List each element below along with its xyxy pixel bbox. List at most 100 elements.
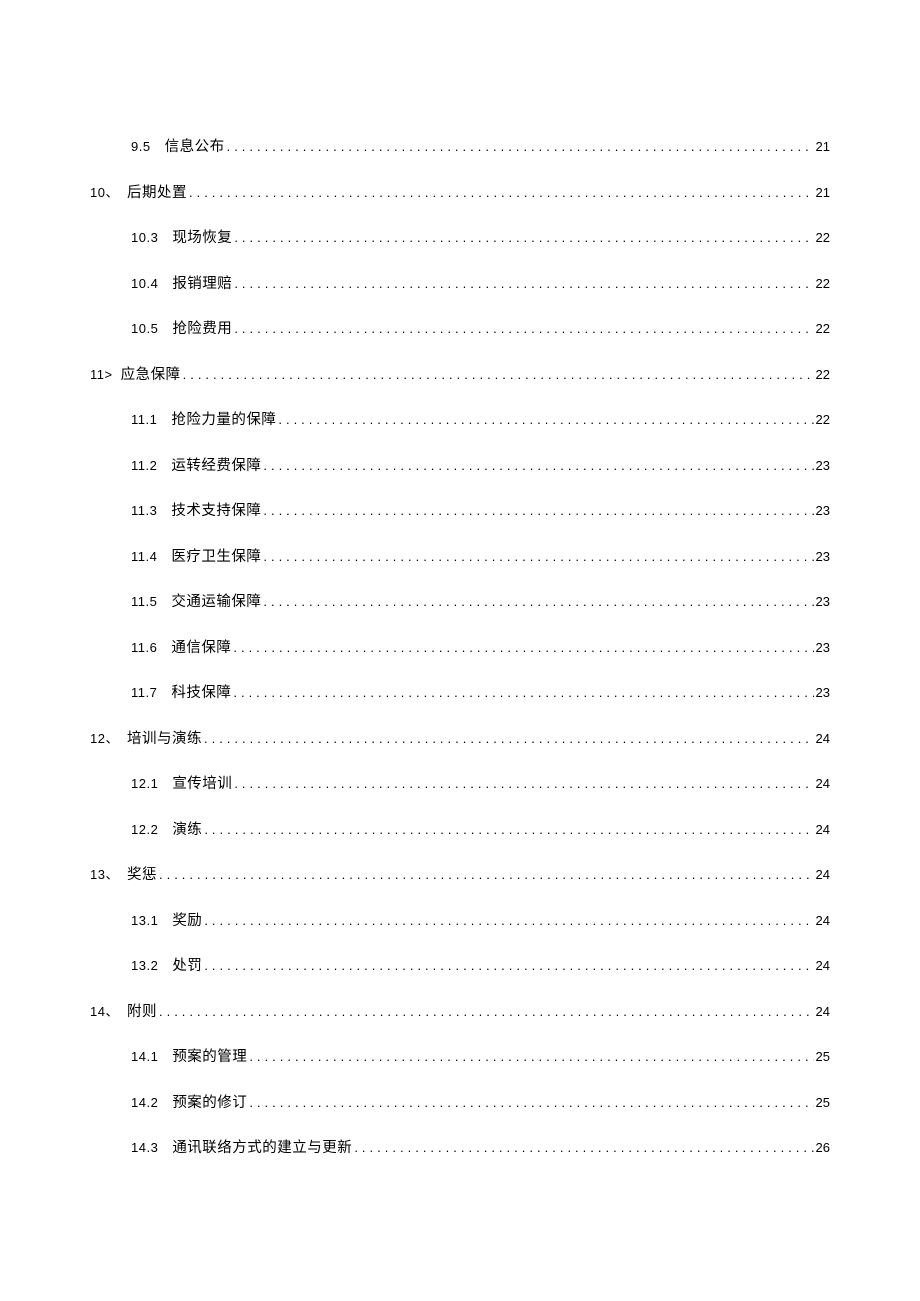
toc-entry-page: 23 xyxy=(814,504,830,517)
toc-entry-number: 11.6 xyxy=(131,641,171,654)
toc-entry-number: 14.3 xyxy=(131,1141,172,1154)
toc-entry-title: 演练 xyxy=(172,823,202,838)
toc-entry-number: 12、 xyxy=(90,732,127,745)
toc-entry: 9.5信息公布 21 xyxy=(90,140,830,155)
toc-leader-dots xyxy=(232,777,813,790)
toc-entry: 13.2处罚24 xyxy=(90,959,830,974)
toc-entry-title: 科技保障 xyxy=(171,686,231,701)
toc-entry-title: 技术支持保障 xyxy=(171,504,261,519)
toc-entry-title: 通讯联络方式的建立与更新 xyxy=(172,1141,352,1156)
toc-entry: 12、培训与演练 24 xyxy=(90,732,830,747)
toc-leader-dots xyxy=(261,459,813,472)
toc-entry-number: 12.1 xyxy=(131,777,172,790)
toc-entry-page: 21 xyxy=(814,140,830,153)
toc-leader-dots xyxy=(261,504,813,517)
toc-entry-number: 11.5 xyxy=(131,595,171,608)
toc-entry-title: 信息公布 xyxy=(165,140,225,155)
toc-leader-dots xyxy=(202,823,813,836)
toc-entry-number: 11.4 xyxy=(131,550,171,563)
toc-entry-title: 应急保障 xyxy=(121,368,181,383)
toc-leader-dots xyxy=(232,231,813,244)
toc-entry: 12.2演练 24 xyxy=(90,823,830,838)
toc-entry-page: 21 xyxy=(814,186,830,199)
toc-leader-dots xyxy=(231,686,813,699)
toc-entry-number: 14、 xyxy=(90,1005,127,1018)
toc-entry: 13.1奖励 24 xyxy=(90,914,830,929)
toc-entry-number: 10.5 xyxy=(131,322,172,335)
toc-entry-number: 12.2 xyxy=(131,823,172,836)
toc-entry: 12.1宣传培训24 xyxy=(90,777,830,792)
toc-entry-number: 11.7 xyxy=(131,686,171,699)
toc-entry-page: 23 xyxy=(814,595,830,608)
toc-entry-page: 24 xyxy=(814,914,830,927)
toc-entry-title: 后期处置 xyxy=(127,186,187,201)
toc-leader-dots xyxy=(225,140,814,153)
toc-entry-number: 14.1 xyxy=(131,1050,172,1063)
toc-entry-page: 24 xyxy=(814,959,830,972)
toc-leader-dots xyxy=(202,959,813,972)
toc-entry-number: 10、 xyxy=(90,186,127,199)
toc-entry-title: 附则 xyxy=(127,1005,157,1020)
toc-entry: 10、后期处置 21 xyxy=(90,186,830,201)
toc-entry-number: 13、 xyxy=(90,868,127,881)
toc-entry-number: 14.2 xyxy=(131,1096,172,1109)
toc-entry-page: 22 xyxy=(814,368,830,381)
toc-leader-dots xyxy=(352,1141,813,1154)
toc-entry-page: 25 xyxy=(814,1050,830,1063)
toc-entry-title: 培训与演练 xyxy=(127,732,202,747)
toc-entry-page: 23 xyxy=(814,641,830,654)
toc-leader-dots xyxy=(232,277,813,290)
toc-leader-dots xyxy=(232,322,813,335)
toc-entry-page: 23 xyxy=(814,686,830,699)
toc-entry: 11.1抢险力量的保障22 xyxy=(90,413,830,428)
toc-entry-title: 抢险力量的保障 xyxy=(171,413,276,428)
toc-entry: 11.6通信保障 23 xyxy=(90,641,830,656)
toc-entry: 11.3技术支持保障 23 xyxy=(90,504,830,519)
toc-entry: 14、附则 24 xyxy=(90,1005,830,1020)
toc-entry: 11.5交通运输保障 23 xyxy=(90,595,830,610)
toc-entry: 11.2运转经费保障23 xyxy=(90,459,830,474)
toc-entry: 14.3通讯联络方式的建立与更新 26 xyxy=(90,1141,830,1156)
toc-entry-page: 22 xyxy=(814,413,830,426)
toc-entry: 10.3现场恢复 22 xyxy=(90,231,830,246)
toc-entry-title: 宣传培训 xyxy=(172,777,232,792)
toc-entry-number: 11.2 xyxy=(131,459,171,472)
toc-leader-dots xyxy=(261,550,813,563)
toc-entry-page: 23 xyxy=(814,459,830,472)
toc-leader-dots xyxy=(247,1050,813,1063)
toc-entry-title: 抢险费用 xyxy=(172,322,232,337)
toc-entry-page: 25 xyxy=(814,1096,830,1109)
toc-entry: 10.4报销理赔 22 xyxy=(90,277,830,292)
toc-entry-title: 交通运输保障 xyxy=(171,595,261,610)
toc-leader-dots xyxy=(247,1096,813,1109)
toc-entry: 11.4医疗卫生保障23 xyxy=(90,550,830,565)
toc-leader-dots xyxy=(231,641,813,654)
toc-entry-number: 11.3 xyxy=(131,504,171,517)
toc-entry: 11.7科技保障 23 xyxy=(90,686,830,701)
toc-entry-page: 22 xyxy=(814,231,830,244)
toc-leader-dots xyxy=(276,413,813,426)
toc-entry-number: 11> xyxy=(90,368,121,381)
toc-leader-dots xyxy=(202,732,814,745)
toc-entry-page: 23 xyxy=(814,550,830,563)
toc-entry-page: 24 xyxy=(814,1005,830,1018)
toc-page: 9.5信息公布2110、后期处置2110.3现场恢复2210.4报销理赔2210… xyxy=(0,0,920,1156)
toc-entry-title: 奖惩 xyxy=(127,868,157,883)
toc-entry-number: 10.4 xyxy=(131,277,172,290)
toc-entry-page: 26 xyxy=(814,1141,830,1154)
toc-entry-page: 24 xyxy=(814,732,830,745)
toc-entry-number: 13.1 xyxy=(131,914,172,927)
toc-entry-page: 24 xyxy=(814,868,830,881)
toc-entry: 14.2预案的修订25 xyxy=(90,1096,830,1111)
toc-entry-title: 奖励 xyxy=(172,914,202,929)
toc-entry-title: 通信保障 xyxy=(171,641,231,656)
toc-entry-page: 24 xyxy=(814,823,830,836)
toc-entry-title: 现场恢复 xyxy=(172,231,232,246)
toc-entry-page: 22 xyxy=(814,322,830,335)
toc-leader-dots xyxy=(261,595,813,608)
toc-entry-page: 22 xyxy=(814,277,830,290)
toc-entry-title: 报销理赔 xyxy=(172,277,232,292)
toc-entry-number: 10.3 xyxy=(131,231,172,244)
toc-entry-number: 9.5 xyxy=(131,140,165,153)
toc-list: 9.5信息公布2110、后期处置2110.3现场恢复2210.4报销理赔2210… xyxy=(90,140,830,1156)
